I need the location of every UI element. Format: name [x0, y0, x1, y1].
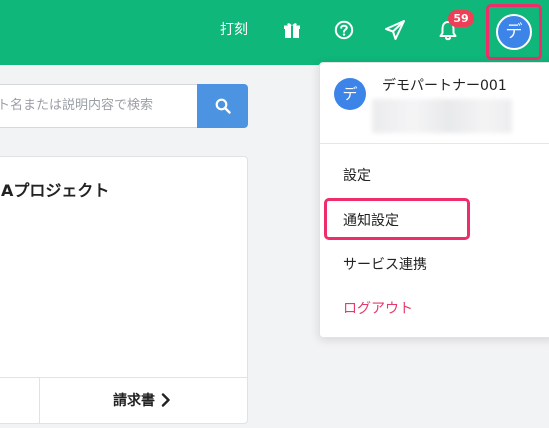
user-name: デモパートナー001 [382, 78, 507, 94]
punch-clock-link[interactable]: 打刻 [220, 20, 248, 40]
menu-item-settings[interactable]: 設定 [343, 165, 371, 185]
card-footer: 請求書 [0, 377, 247, 424]
menu-item-notification-settings[interactable]: 通知設定 [343, 210, 399, 230]
search-input[interactable]: ト名または説明内容で検索 [0, 84, 198, 128]
help-icon[interactable] [333, 18, 355, 42]
project-title[interactable]: Aプロジェクト [1, 177, 109, 201]
user-dropdown-menu: デ デモパートナー001 設定 通知設定 サービス連携 ログアウト [319, 62, 549, 338]
notification-count-badge: 59 [448, 10, 474, 27]
menu-avatar: デ [334, 78, 366, 110]
top-navigation-bar: 打刻 59 デ [0, 0, 549, 65]
chevron-right-icon [161, 393, 170, 407]
menu-item-logout[interactable]: ログアウト [343, 298, 413, 318]
menu-item-service-integration[interactable]: サービス連携 [343, 254, 427, 274]
user-avatar-button[interactable]: デ [496, 14, 532, 50]
menu-divider [320, 143, 549, 144]
send-icon[interactable] [384, 18, 406, 42]
invoice-link[interactable]: 請求書 [113, 390, 171, 410]
search-icon [215, 98, 231, 114]
redacted-user-info [372, 99, 512, 133]
project-card[interactable]: Aプロジェクト 請求書 [0, 156, 248, 424]
invoice-label: 請求書 [113, 393, 155, 409]
search-button[interactable] [197, 84, 248, 128]
avatar-highlight: デ [486, 4, 542, 60]
footer-divider [39, 378, 40, 424]
gift-icon[interactable] [281, 18, 303, 42]
